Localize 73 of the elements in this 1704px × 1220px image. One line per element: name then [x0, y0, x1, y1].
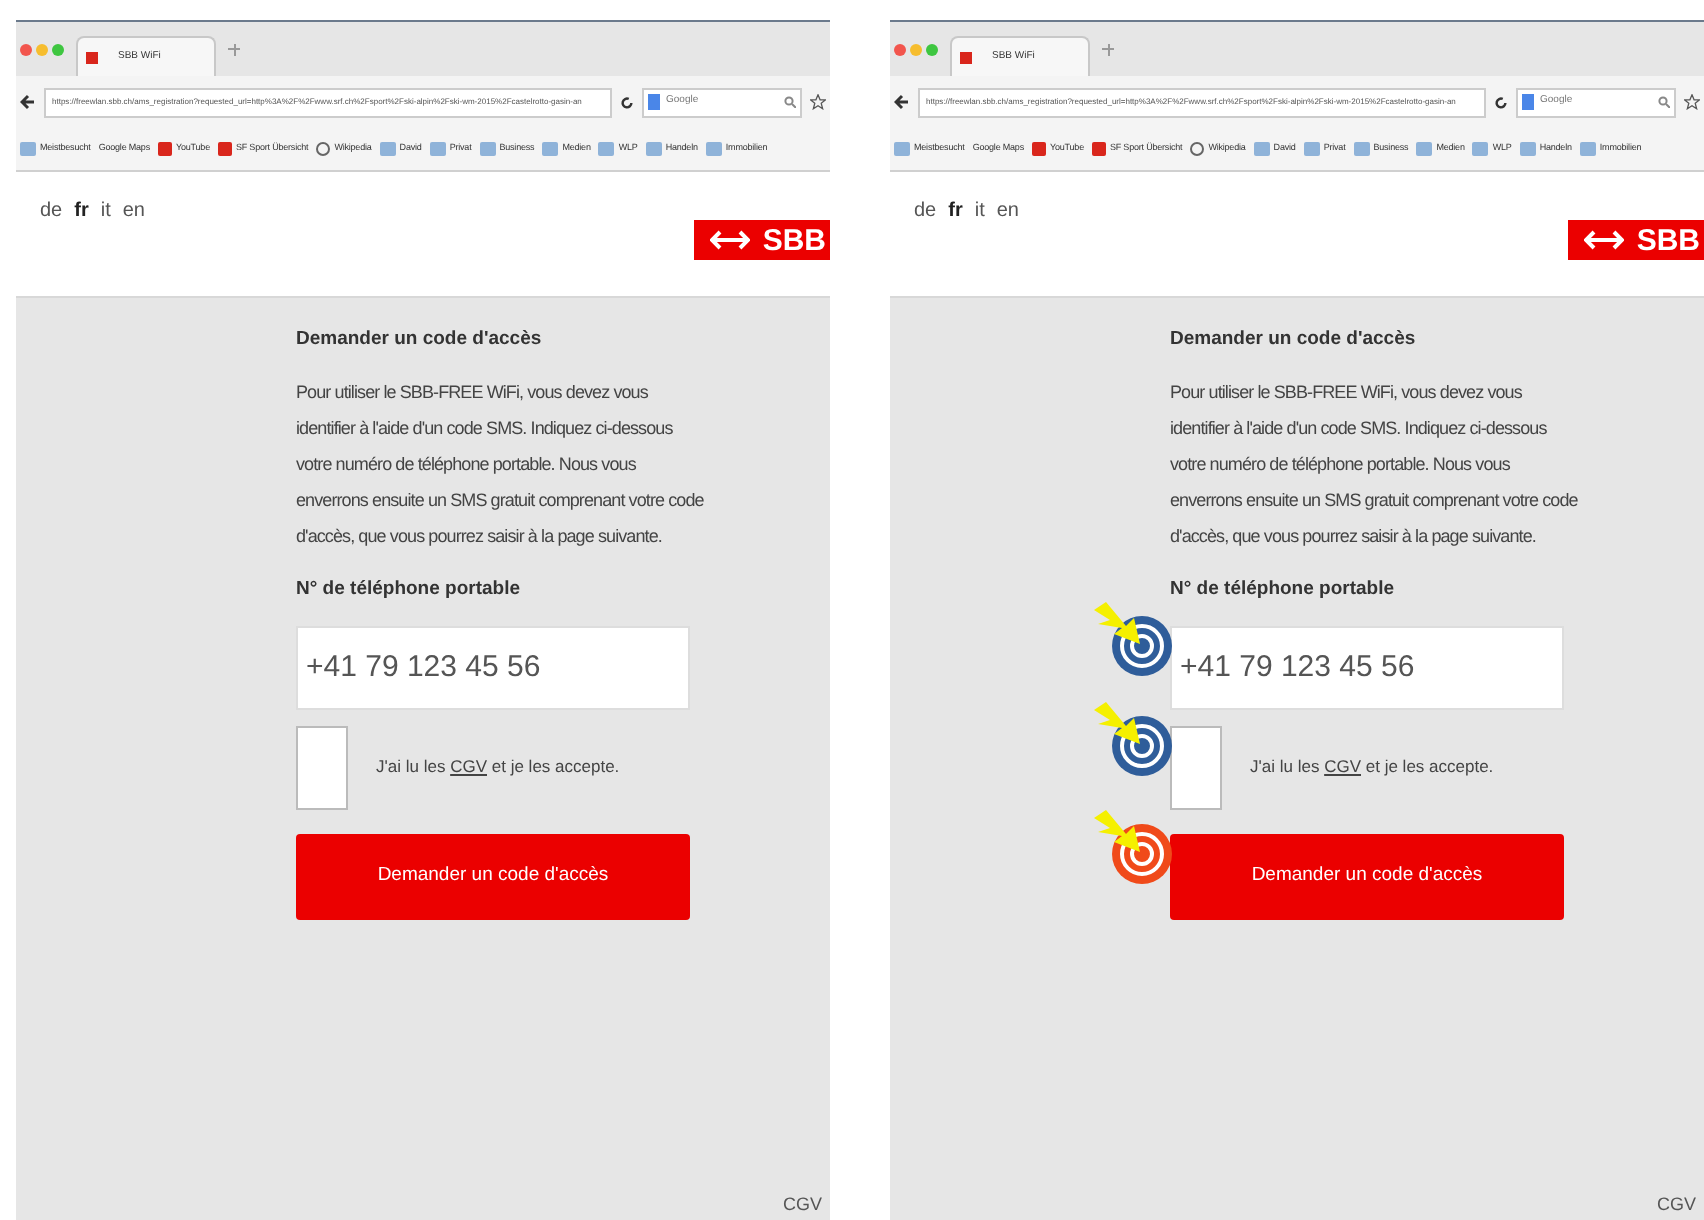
folder-icon [1303, 142, 1320, 156]
search-icon [784, 96, 796, 108]
folder-icon [645, 142, 662, 156]
terms-link[interactable]: CGV [1324, 756, 1361, 777]
sbb-logo: SBB [1568, 220, 1704, 260]
form-heading: Demander un code d'accès [1170, 326, 1418, 354]
site-icon [1091, 142, 1106, 156]
search-engine-icon [648, 94, 660, 110]
intro-text: Pour utiliser le SBB-FREE WiFi, vous devez vous identifier à l'aide d'un code SMS. Indiquez ci-dessous votre numéro de téléphone portable. Nous vous enverrons ensuite un SMS gratuit comprenant votre code d'accès, que vous pourrez saisir à la page suivante. [1170, 380, 1580, 551]
request-code-button[interactable]: Demander un code d'accès [1170, 833, 1564, 919]
phone-label: N° de téléphone portable [1170, 576, 1397, 605]
close-window-icon[interactable] [20, 43, 32, 55]
folder-icon [1416, 142, 1433, 156]
folder-icon [479, 142, 496, 156]
reload-icon[interactable] [1494, 95, 1508, 109]
site-icon [1031, 142, 1046, 156]
folder-icon [894, 142, 910, 156]
folder-icon [429, 142, 446, 156]
maximize-window-icon[interactable] [926, 43, 938, 55]
folder-icon [705, 142, 722, 156]
site-icon [316, 142, 331, 156]
terms-checkbox[interactable] [296, 725, 348, 809]
new-tab-icon[interactable] [1102, 43, 1114, 55]
language-link[interactable]: it [100, 196, 111, 226]
site-icon [1190, 142, 1205, 156]
phone-field[interactable]: +41 79 123 45 56 [1170, 625, 1564, 709]
reload-icon[interactable] [620, 95, 634, 109]
folder-icon [379, 142, 396, 156]
terms-text: J'ai lu les CGV et je les accepte. [1250, 754, 1494, 780]
folder-icon [20, 142, 36, 156]
phone-label: N° de téléphone portable [296, 576, 523, 605]
terms-checkbox[interactable] [1170, 725, 1222, 809]
site-icon [217, 142, 232, 156]
new-tab-icon[interactable] [228, 43, 240, 55]
site-icon [960, 51, 972, 63]
target-marker-icon [1090, 597, 1178, 677]
language-link[interactable]: de [40, 196, 63, 226]
folder-icon [598, 142, 615, 156]
maximize-window-icon[interactable] [52, 43, 64, 55]
terms-link[interactable]: CGV [450, 756, 487, 777]
folder-icon [1519, 142, 1536, 156]
terms-text: J'ai lu les CGV et je les accepte. [376, 754, 620, 780]
search-icon [1658, 96, 1670, 108]
footer-link[interactable]: CGV [1656, 1191, 1696, 1218]
double-arrow-icon [710, 228, 751, 252]
site-icon [86, 51, 98, 63]
folder-icon [1579, 142, 1596, 156]
footer-link[interactable]: CGV [782, 1191, 822, 1218]
double-arrow-icon [1584, 228, 1625, 252]
back-arrow-icon[interactable] [20, 94, 36, 110]
language-link[interactable]: de [914, 196, 937, 226]
target-marker-icon [1090, 697, 1178, 777]
star-icon[interactable] [810, 94, 826, 110]
back-arrow-icon[interactable] [894, 94, 910, 110]
language-link[interactable]: it [974, 196, 985, 226]
language-link[interactable]: en [996, 196, 1019, 226]
star-icon[interactable] [1684, 94, 1700, 110]
search-engine-icon [1522, 94, 1534, 110]
folder-icon [1472, 142, 1489, 156]
language-link[interactable]: fr [948, 196, 963, 226]
phone-field[interactable]: +41 79 123 45 56 [296, 625, 690, 709]
site-icon [157, 142, 172, 156]
folder-icon [1253, 142, 1270, 156]
form-heading: Demander un code d'accès [296, 326, 544, 354]
language-link[interactable]: fr [74, 196, 89, 226]
request-code-button[interactable]: Demander un code d'accès [296, 833, 690, 919]
folder-icon [542, 142, 559, 156]
intro-text: Pour utiliser le SBB-FREE WiFi, vous devez vous identifier à l'aide d'un code SMS. Indiquez ci-dessous votre numéro de téléphone portable. Nous vous enverrons ensuite un SMS gratuit comprenant votre code d'accès, que vous pourrez saisir à la page suivante. [296, 380, 706, 551]
target-marker-icon [1090, 805, 1178, 885]
folder-icon [1353, 142, 1370, 156]
sbb-logo: SBB [694, 220, 830, 260]
language-link[interactable]: en [122, 196, 145, 226]
close-window-icon[interactable] [894, 43, 906, 55]
